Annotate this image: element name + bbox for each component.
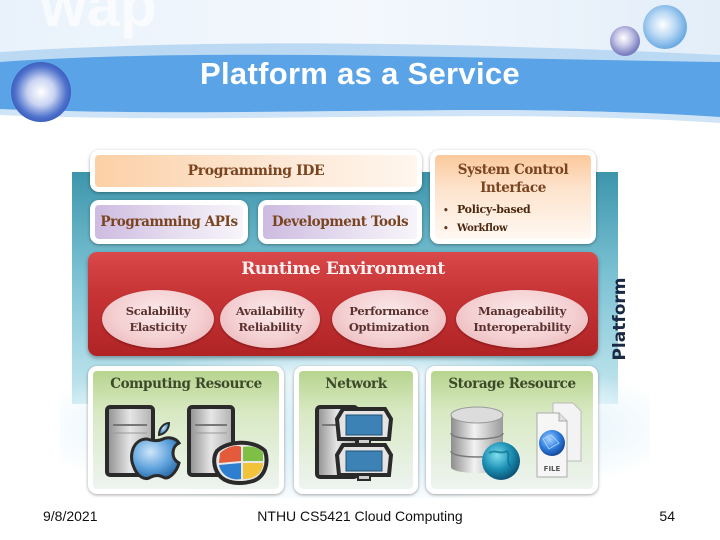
network-icons (299, 399, 413, 487)
quality-line1: Scalability (125, 304, 191, 318)
bullet-icon: • (443, 206, 449, 216)
quality-line1: Availability (235, 304, 305, 318)
programming-apis-box: Programming APIs (90, 200, 248, 244)
quality-line1: Performance (349, 304, 429, 318)
storage-resource-title: Storage Resource (448, 376, 576, 392)
quality-line2: Interoperability (473, 320, 571, 334)
development-tools-box: Development Tools (258, 200, 422, 244)
system-control-title: System Control Interface (435, 155, 591, 197)
quality-oval-availability: Availability Reliability (220, 290, 320, 348)
quality-line2: Reliability (238, 320, 302, 334)
monitor-icon (334, 443, 394, 481)
bullet-item: • Policy-based (443, 201, 591, 220)
network-box: Network (294, 366, 418, 494)
windows-logo-icon (212, 440, 269, 485)
header-banner: wap Platform as a Service (0, 0, 720, 140)
monitor-icon (334, 407, 394, 445)
footer-page-number: 54 (659, 508, 675, 524)
system-control-title-line2: Interface (480, 180, 546, 196)
file-icon: FILE (536, 402, 582, 478)
bullet-icon: • (443, 224, 449, 234)
quality-oval-manageability: Manageability Interoperability (456, 290, 588, 348)
quality-oval-performance: Performance Optimization (332, 290, 446, 348)
storage-icons: FILE (431, 399, 593, 487)
computing-resource-title: Computing Resource (110, 376, 262, 392)
quality-line2: Elasticity (129, 320, 187, 334)
runtime-environment-box: Runtime Environment Scalability Elastici… (88, 252, 598, 356)
programming-ide-label: Programming IDE (187, 163, 325, 179)
slide-title: Platform as a Service (200, 56, 520, 91)
slide-footer: 9/8/2021 NTHU CS5421 Cloud Computing 54 (0, 505, 720, 529)
quality-line1: Manageability (477, 304, 567, 318)
svg-text:wap: wap (39, 0, 157, 39)
system-control-interface-box: System Control Interface • Policy-based •… (430, 150, 596, 244)
globe-icon (482, 442, 520, 480)
computing-resource-box: Computing Resource (88, 366, 284, 494)
computing-icons (93, 399, 279, 487)
file-label: FILE (544, 465, 561, 473)
paas-diagram: Programming IDE Programming APIs Develop… (60, 148, 650, 498)
network-title: Network (325, 376, 387, 392)
bullet-text: Workflow (457, 223, 508, 234)
bullet-text: Policy-based (457, 203, 531, 216)
development-tools-label: Development Tools (271, 214, 409, 230)
programming-ide-box: Programming IDE (90, 150, 422, 192)
footer-course: NTHU CS5421 Cloud Computing (257, 508, 463, 524)
platform-label-text: Platform (610, 277, 630, 361)
bullet-item: • Workflow (443, 220, 591, 238)
system-control-title-line1: System Control (457, 162, 569, 178)
programming-apis-label: Programming APIs (100, 214, 238, 230)
platform-side-label: Platform (605, 276, 635, 362)
runtime-environment-title: Runtime Environment (241, 259, 445, 279)
system-control-bullets: • Policy-based • Workflow (435, 201, 591, 238)
quality-oval-scalability: Scalability Elasticity (102, 290, 214, 348)
quality-line2: Optimization (348, 320, 430, 334)
storage-resource-box: Storage Resource FILE (426, 366, 598, 494)
